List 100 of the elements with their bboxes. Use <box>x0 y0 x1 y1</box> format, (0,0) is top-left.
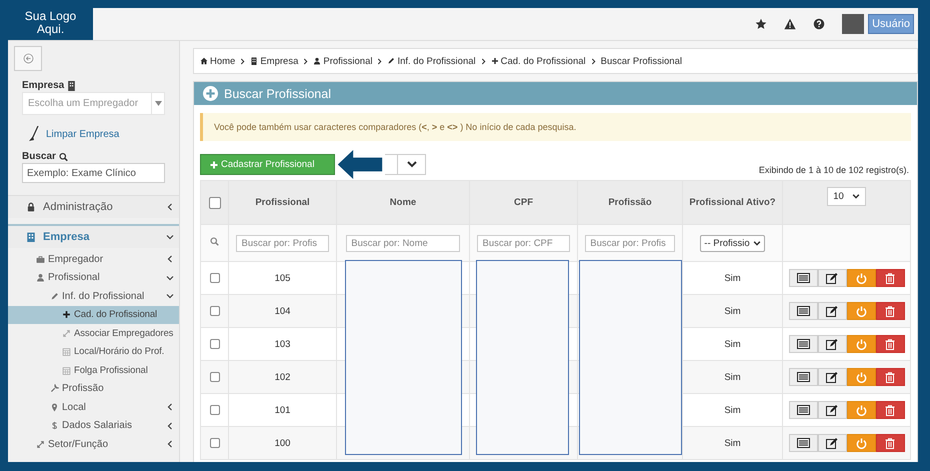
trash-icon <box>885 338 895 350</box>
row-checkbox[interactable] <box>210 438 220 448</box>
table-cell: 102 <box>274 372 290 382</box>
filter-field[interactable]: Buscar por: Nome <box>346 234 460 252</box>
chevron-left-icon <box>166 403 174 412</box>
avatar-placeholder[interactable] <box>842 14 864 34</box>
warning-icon[interactable] <box>784 18 796 30</box>
sidebar-item[interactable]: Dados Salariais <box>8 416 179 435</box>
row-checkbox[interactable] <box>210 306 220 316</box>
row-checkbox[interactable] <box>210 404 220 415</box>
table-cell: Sim <box>724 372 741 382</box>
list-icon <box>796 405 810 415</box>
dollar-icon <box>50 421 59 430</box>
search-field[interactable]: Exemplo: Exame Clínico <box>22 163 165 183</box>
broom-icon <box>28 126 40 142</box>
table-cell: Sim <box>724 404 741 416</box>
chevron-left-icon <box>166 203 174 211</box>
chevron-left-icon <box>166 440 174 448</box>
sidebar-item[interactable]: Folga Profissional <box>8 361 179 380</box>
star-icon[interactable] <box>755 18 768 30</box>
select-all-checkbox[interactable] <box>208 196 220 208</box>
sidebar-item[interactable]: Local/Horário do Prof. <box>8 342 179 361</box>
row-checkbox[interactable] <box>210 272 220 283</box>
edit-button[interactable] <box>818 269 846 287</box>
sidebar-item[interactable]: Empresa <box>8 224 179 248</box>
page-size-select[interactable]: 10 <box>827 187 866 206</box>
chevron-down-icon <box>166 292 174 300</box>
table-cell: Sim <box>724 438 741 448</box>
table-cell: 100 <box>274 438 290 448</box>
edit-button[interactable] <box>818 368 846 386</box>
help-icon[interactable] <box>813 18 826 30</box>
column-header[interactable]: Nome <box>390 197 416 208</box>
back-arrow-icon <box>22 53 34 64</box>
status-filter-select[interactable]: -- Profissio <box>700 234 765 252</box>
plus-icon <box>210 160 218 168</box>
filter-field[interactable]: Buscar por: Profis <box>585 234 675 252</box>
breadcrumb-link[interactable]: Profissional <box>323 56 372 66</box>
details-button[interactable] <box>788 335 818 353</box>
details-button[interactable] <box>788 368 818 386</box>
dropdown-button[interactable] <box>398 154 426 175</box>
edit-button[interactable] <box>818 401 846 419</box>
details-button[interactable] <box>788 401 818 419</box>
delete-button[interactable] <box>876 368 904 386</box>
search-icon <box>210 237 219 246</box>
edit-button[interactable] <box>818 434 846 452</box>
building-icon <box>67 80 76 90</box>
sidebar-item[interactable]: Inf. do Profissional <box>8 287 179 306</box>
sidebar-item[interactable]: Cad. do Profissional <box>8 306 179 324</box>
list-icon <box>796 438 810 448</box>
chevron-down-icon <box>406 161 416 168</box>
pointer-arrow <box>335 150 385 179</box>
details-button[interactable] <box>788 302 818 320</box>
breadcrumb-link[interactable]: Home <box>210 56 236 66</box>
row-checkbox[interactable] <box>210 338 220 349</box>
delete-button[interactable] <box>876 401 904 419</box>
edit-button[interactable] <box>818 335 846 353</box>
column-header[interactable]: CPF <box>514 197 533 208</box>
trash-icon <box>885 438 895 448</box>
sidebar-item[interactable]: Administração <box>8 195 179 218</box>
logo[interactable]: Sua Logo Aqui. <box>8 8 93 40</box>
breadcrumb-link[interactable]: Empresa <box>260 56 298 66</box>
sidebar-item[interactable]: Associar Empregadores <box>8 324 179 342</box>
delete-button[interactable] <box>876 302 904 320</box>
power-icon <box>856 272 866 284</box>
breadcrumb-link[interactable]: Cad. do Profissional <box>500 56 586 66</box>
row-checkbox[interactable] <box>210 372 220 382</box>
details-button[interactable] <box>788 434 818 452</box>
column-header[interactable]: Profissional <box>255 197 310 208</box>
edit-button[interactable] <box>818 302 846 320</box>
filter-field[interactable]: Buscar por: CPF <box>477 234 570 252</box>
breadcrumb-link[interactable]: Inf. do Profissional <box>397 56 476 66</box>
sidebar-item[interactable]: Setor/Função <box>8 435 179 454</box>
filter-field[interactable]: Buscar por: Profis <box>236 234 328 252</box>
calendar-icon <box>62 366 71 375</box>
search-label: Buscar <box>22 151 56 162</box>
caret-icon <box>154 101 162 106</box>
clear-company-link[interactable]: Limpar Empresa <box>46 128 120 140</box>
wrench-icon <box>50 384 59 394</box>
delete-button[interactable] <box>876 269 904 287</box>
edit-icon <box>826 272 838 284</box>
sidebar-item[interactable]: Profissional <box>8 268 179 287</box>
sidebar-item[interactable]: Profissão <box>8 380 179 398</box>
table-cell: Sim <box>724 338 741 350</box>
chevron-down-icon <box>166 233 174 241</box>
delete-button[interactable] <box>876 434 904 452</box>
column-header[interactable]: Profissão <box>608 197 652 208</box>
details-button[interactable] <box>788 269 818 287</box>
sidebar-item[interactable]: Local <box>8 398 179 416</box>
trash-icon <box>885 272 895 284</box>
table-cell: 103 <box>274 338 290 350</box>
pencil-icon <box>50 292 59 301</box>
trash-icon <box>885 372 895 382</box>
info-alert: Você pode também usar caracteres comparadores (<, > e <> ) No início de cada pesquisa. <box>200 113 911 141</box>
pencil-icon <box>387 57 396 65</box>
list-icon <box>796 372 810 382</box>
edit-icon <box>826 306 838 316</box>
arrows-icon <box>36 440 45 449</box>
delete-button[interactable] <box>876 335 904 353</box>
sidebar-item[interactable]: Empregador <box>8 250 179 268</box>
list-icon <box>796 273 810 283</box>
